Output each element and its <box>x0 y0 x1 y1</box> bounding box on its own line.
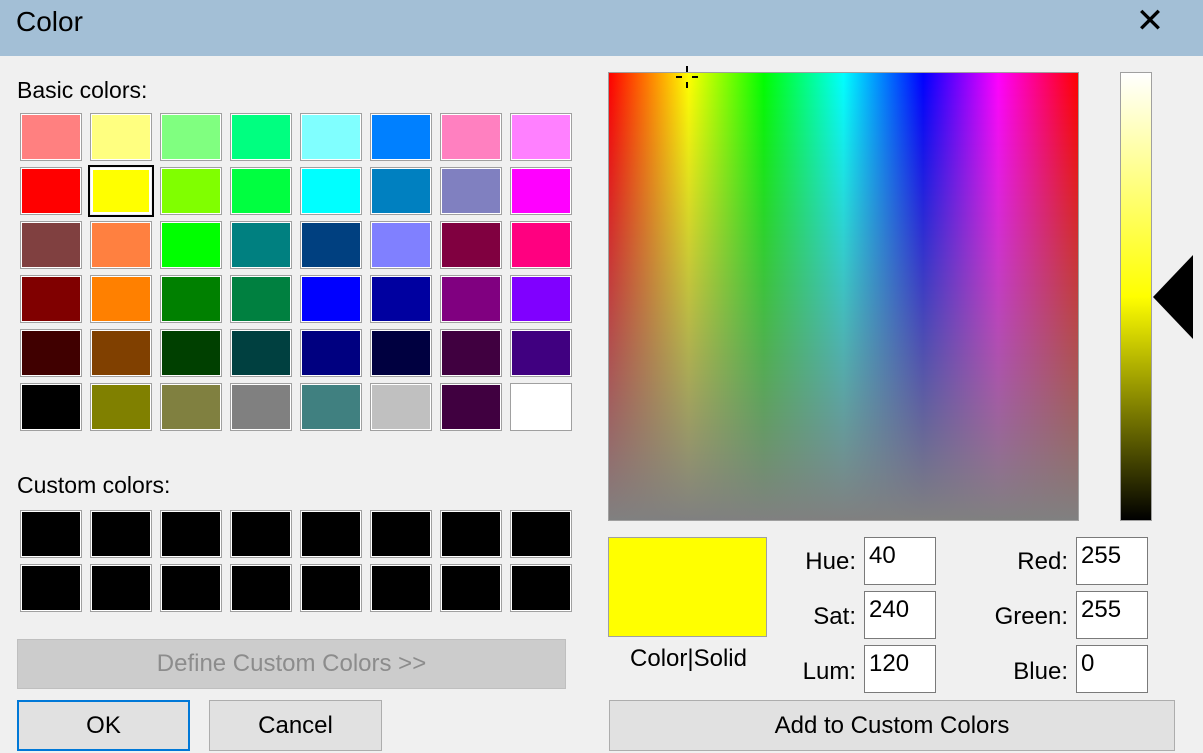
custom-color-swatch[interactable] <box>440 564 502 612</box>
basic-color-swatch[interactable] <box>440 113 502 161</box>
custom-color-swatch[interactable] <box>300 510 362 558</box>
custom-color-swatch[interactable] <box>300 564 362 612</box>
basic-color-swatch[interactable] <box>230 329 292 377</box>
basic-color-swatch[interactable] <box>510 275 572 323</box>
basic-color-swatch[interactable] <box>440 275 502 323</box>
custom-color-swatch[interactable] <box>20 510 82 558</box>
luminosity-slider[interactable] <box>1120 72 1152 521</box>
title-bar: Color ✕ <box>0 0 1203 56</box>
basic-color-swatch[interactable] <box>160 275 222 323</box>
basic-color-swatch[interactable] <box>20 221 82 269</box>
lum-label: Lum: <box>802 658 856 685</box>
basic-color-swatch[interactable] <box>160 221 222 269</box>
basic-color-swatch[interactable] <box>90 329 152 377</box>
basic-color-swatch[interactable] <box>160 383 222 431</box>
custom-color-swatch[interactable] <box>90 510 152 558</box>
basic-color-swatch[interactable] <box>510 113 572 161</box>
sat-label: Sat: <box>813 603 856 630</box>
custom-colors-label: Custom colors: <box>17 472 171 498</box>
basic-color-swatch[interactable] <box>160 167 222 215</box>
add-to-custom-colors-button[interactable]: Add to Custom Colors <box>609 700 1175 751</box>
custom-color-swatch[interactable] <box>510 510 572 558</box>
red-label: Red: <box>1017 548 1068 575</box>
basic-color-swatch[interactable] <box>440 167 502 215</box>
basic-color-swatch[interactable] <box>370 113 432 161</box>
basic-color-swatch[interactable] <box>20 275 82 323</box>
basic-color-swatch[interactable] <box>88 165 154 217</box>
basic-color-swatch[interactable] <box>510 329 572 377</box>
custom-color-swatch[interactable] <box>160 510 222 558</box>
basic-color-swatch[interactable] <box>440 383 502 431</box>
basic-colors-label: Basic colors: <box>17 77 148 103</box>
basic-color-swatch[interactable] <box>300 113 362 161</box>
basic-color-swatch[interactable] <box>300 329 362 377</box>
basic-color-swatch[interactable] <box>370 167 432 215</box>
hue-field[interactable]: 40 <box>864 537 936 585</box>
luminosity-pointer-icon[interactable] <box>1153 255 1193 339</box>
basic-color-swatch[interactable] <box>20 383 82 431</box>
basic-color-swatch[interactable] <box>510 167 572 215</box>
hue-label: Hue: <box>805 548 856 575</box>
custom-color-swatch[interactable] <box>90 564 152 612</box>
basic-color-swatch[interactable] <box>510 221 572 269</box>
basic-color-swatch[interactable] <box>90 383 152 431</box>
blue-label: Blue: <box>1013 658 1068 685</box>
basic-color-swatch[interactable] <box>370 221 432 269</box>
basic-color-swatch[interactable] <box>90 113 152 161</box>
basic-color-swatch[interactable] <box>510 383 572 431</box>
green-field[interactable]: 255 <box>1076 591 1148 639</box>
basic-color-swatch[interactable] <box>370 383 432 431</box>
define-custom-colors-button[interactable]: Define Custom Colors >> <box>17 639 566 689</box>
basic-color-swatch[interactable] <box>230 113 292 161</box>
custom-color-swatch[interactable] <box>440 510 502 558</box>
custom-color-swatch[interactable] <box>230 510 292 558</box>
custom-color-swatch[interactable] <box>370 510 432 558</box>
hue-saturation-spectrum[interactable] <box>608 72 1079 521</box>
green-label: Green: <box>994 603 1068 630</box>
close-icon[interactable]: ✕ <box>1128 4 1172 40</box>
cancel-button[interactable]: Cancel <box>209 700 382 751</box>
custom-color-swatch[interactable] <box>370 564 432 612</box>
red-field[interactable]: 255 <box>1076 537 1148 585</box>
basic-color-swatch[interactable] <box>370 329 432 377</box>
basic-color-swatch[interactable] <box>20 167 82 215</box>
basic-color-swatch[interactable] <box>440 221 502 269</box>
crosshair-icon <box>676 66 698 88</box>
basic-color-swatch[interactable] <box>370 275 432 323</box>
basic-color-swatch[interactable] <box>230 275 292 323</box>
basic-color-swatch[interactable] <box>230 221 292 269</box>
basic-color-swatch[interactable] <box>230 383 292 431</box>
basic-color-swatch[interactable] <box>300 221 362 269</box>
sat-field[interactable]: 240 <box>864 591 936 639</box>
basic-color-swatch[interactable] <box>90 275 152 323</box>
window-title: Color <box>16 6 83 37</box>
basic-color-swatch[interactable] <box>440 329 502 377</box>
basic-color-swatch[interactable] <box>230 167 292 215</box>
custom-color-swatch[interactable] <box>160 564 222 612</box>
basic-color-swatch[interactable] <box>20 113 82 161</box>
basic-color-swatch[interactable] <box>160 113 222 161</box>
ok-button[interactable]: OK <box>17 700 190 751</box>
lum-field[interactable]: 120 <box>864 645 936 693</box>
basic-color-swatch[interactable] <box>300 275 362 323</box>
basic-color-swatch[interactable] <box>90 221 152 269</box>
basic-color-swatch[interactable] <box>20 329 82 377</box>
custom-color-swatch[interactable] <box>230 564 292 612</box>
custom-color-swatch[interactable] <box>20 564 82 612</box>
basic-color-swatch[interactable] <box>300 383 362 431</box>
blue-field[interactable]: 0 <box>1076 645 1148 693</box>
basic-color-swatch[interactable] <box>160 329 222 377</box>
basic-color-swatch[interactable] <box>300 167 362 215</box>
custom-color-swatch[interactable] <box>510 564 572 612</box>
